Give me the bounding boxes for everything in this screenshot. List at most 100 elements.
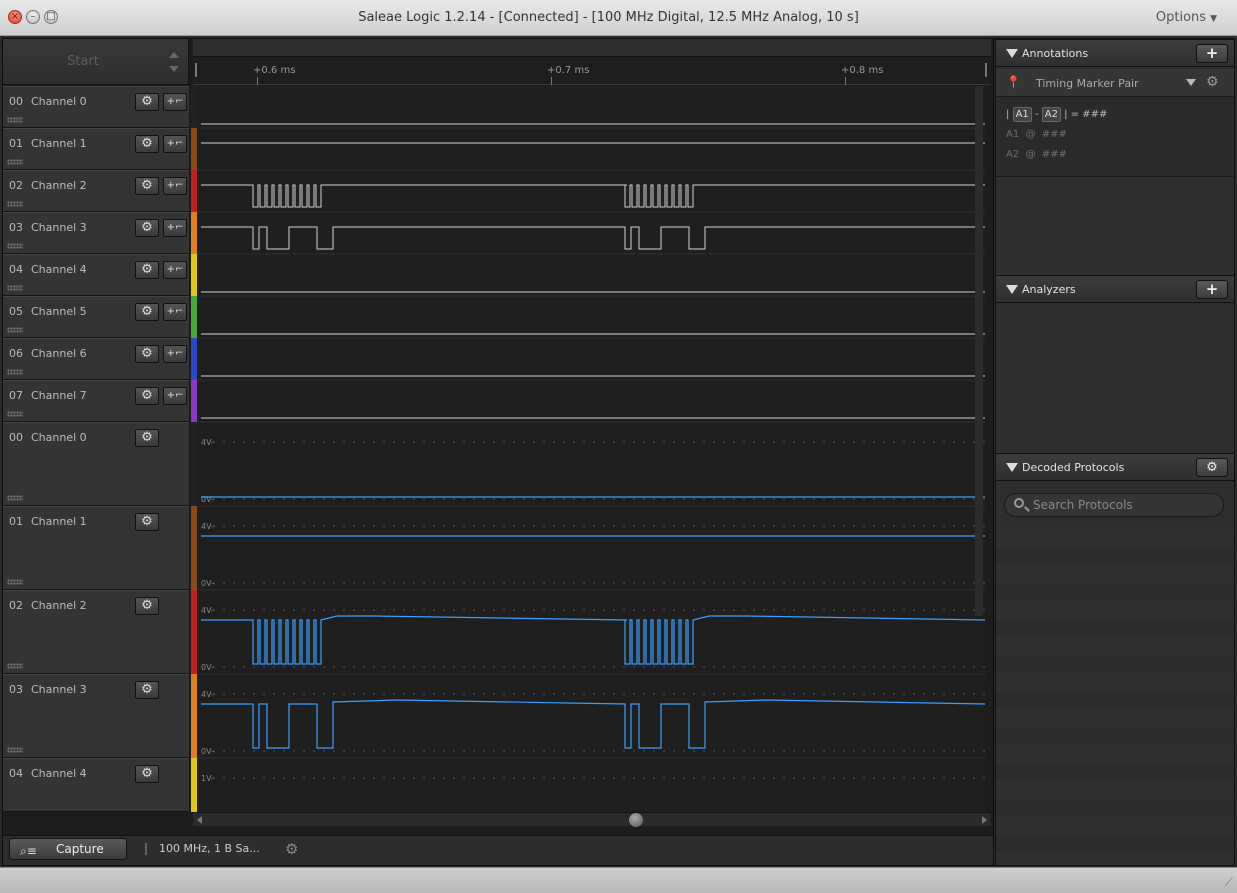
channel-row-analog-2[interactable]: 02 Channel 2 ⚙ <box>3 590 189 674</box>
collapse-triangle-icon[interactable] <box>1006 285 1018 294</box>
gear-icon[interactable]: ⚙ <box>285 838 298 860</box>
channel-name[interactable]: Channel 0 <box>31 95 87 108</box>
trigger-icon[interactable]: +⌐ <box>163 93 187 111</box>
scroll-left-icon[interactable] <box>197 816 202 824</box>
gear-icon[interactable]: ⚙ <box>1196 458 1228 477</box>
drag-grip-icon[interactable] <box>7 201 23 207</box>
channel-name[interactable]: Channel 2 <box>31 179 87 192</box>
time-ruler[interactable]: +0.6 ms +0.7 ms +0.8 ms <box>193 39 991 85</box>
trigger-icon[interactable]: +⌐ <box>163 135 187 153</box>
gear-icon[interactable]: ⚙ <box>135 387 159 405</box>
scroll-right-icon[interactable] <box>982 816 987 824</box>
gear-icon[interactable]: ⚙ <box>135 345 159 363</box>
drag-grip-icon[interactable] <box>7 411 23 417</box>
drag-grip-icon[interactable] <box>7 117 23 123</box>
channel-row-digital-5[interactable]: 05 Channel 5 ⚙ +⌐ <box>3 296 189 338</box>
drag-grip-icon[interactable] <box>7 159 23 165</box>
gear-icon[interactable]: ⚙ <box>1206 74 1219 90</box>
channel-number: 00 <box>9 431 23 444</box>
measurement-line: | A1 - A2 | = ### <box>1006 107 1108 122</box>
marker-type-select[interactable]: Timing Marker Pair <box>1036 77 1139 90</box>
channel-row-digital-7[interactable]: 07 Channel 7 ⚙ +⌐ <box>3 380 189 422</box>
gear-icon[interactable]: ⚙ <box>135 513 159 531</box>
channel-name[interactable]: Channel 3 <box>31 683 87 696</box>
trigger-icon[interactable]: +⌐ <box>163 261 187 279</box>
gear-icon[interactable]: ⚙ <box>135 597 159 615</box>
trigger-icon[interactable]: +⌐ <box>163 345 187 363</box>
drag-grip-icon[interactable] <box>7 495 23 501</box>
drag-grip-icon[interactable] <box>7 285 23 291</box>
horizontal-scrollbar[interactable] <box>193 812 991 827</box>
trigger-icon[interactable]: +⌐ <box>163 387 187 405</box>
resize-grip-icon[interactable]: ⟋ <box>1225 875 1233 890</box>
waveform-canvas[interactable]: 4V- 0V- 4V- 0V- 4V- 0V- 4V- 0V- 1V- <box>197 86 985 812</box>
arrow-down-icon[interactable] <box>169 66 179 72</box>
drag-grip-icon[interactable] <box>7 579 23 585</box>
gear-icon[interactable]: ⚙ <box>135 429 159 447</box>
search-protocols-input[interactable]: Search Protocols <box>1004 493 1224 517</box>
decoded-protocols-header[interactable]: Decoded Protocols ⚙ <box>996 453 1234 481</box>
drag-grip-icon[interactable] <box>7 747 23 753</box>
collapse-triangle-icon[interactable] <box>1006 463 1018 472</box>
drag-grip-icon[interactable] <box>7 369 23 375</box>
drag-grip-icon[interactable] <box>7 243 23 249</box>
add-analyzer-button[interactable]: + <box>1196 280 1228 299</box>
device-settings-summary[interactable]: 100 MHz, 1 B Sa... <box>159 838 260 860</box>
channel-row-digital-6[interactable]: 06 Channel 6 ⚙ +⌐ <box>3 338 189 380</box>
trigger-icon[interactable]: +⌐ <box>163 177 187 195</box>
decoded-protocols-list[interactable] <box>996 529 1234 865</box>
channel-name[interactable]: Channel 2 <box>31 599 87 612</box>
ruler-right-handle[interactable] <box>985 63 987 77</box>
gear-icon[interactable]: ⚙ <box>135 681 159 699</box>
channel-name[interactable]: Channel 4 <box>31 767 87 780</box>
channel-row-digital-3[interactable]: 03 Channel 3 ⚙ +⌐ <box>3 212 189 254</box>
marker-a1-button[interactable]: A1 <box>1012 107 1032 122</box>
channel-row-digital-4[interactable]: 04 Channel 4 ⚙ +⌐ <box>3 254 189 296</box>
channel-name[interactable]: Channel 5 <box>31 305 87 318</box>
drag-grip-icon[interactable] <box>7 663 23 669</box>
arrow-up-icon[interactable] <box>169 52 179 58</box>
gear-icon[interactable]: ⚙ <box>135 135 159 153</box>
channel-name[interactable]: Channel 7 <box>31 389 87 402</box>
channel-row-analog-4[interactable]: 04 Channel 4 ⚙ <box>3 758 189 812</box>
trigger-icon[interactable]: +⌐ <box>163 219 187 237</box>
marker-a2-button[interactable]: A2 <box>1041 107 1061 122</box>
gear-icon[interactable]: ⚙ <box>135 177 159 195</box>
gear-icon[interactable]: ⚙ <box>135 303 159 321</box>
start-button[interactable]: Start <box>3 39 163 85</box>
marker-a2-line: A2 @ ### <box>1006 149 1067 160</box>
channel-name[interactable]: Channel 1 <box>31 515 87 528</box>
voltage-label: 1V- <box>201 774 214 783</box>
trigger-icon[interactable]: +⌐ <box>163 303 187 321</box>
channel-row-digital-0[interactable]: 00 Channel 0 ⚙ +⌐ <box>3 86 189 128</box>
analyzers-header[interactable]: Analyzers + <box>996 275 1234 303</box>
channel-row-analog-3[interactable]: 03 Channel 3 ⚙ <box>3 674 189 758</box>
channel-name[interactable]: Channel 1 <box>31 137 87 150</box>
capture-tab[interactable]: ⌕≡ Capture <box>9 838 127 860</box>
gear-icon[interactable]: ⚙ <box>135 219 159 237</box>
channel-name[interactable]: Channel 0 <box>31 431 87 444</box>
annotations-header[interactable]: Annotations + <box>996 39 1234 67</box>
channel-row-digital-1[interactable]: 01 Channel 1 ⚙ +⌐ <box>3 128 189 170</box>
gear-icon[interactable]: ⚙ <box>135 765 159 783</box>
channel-row-digital-2[interactable]: 02 Channel 2 ⚙ +⌐ <box>3 170 189 212</box>
device-settings-tab[interactable]: 100 MHz, 1 B Sa... ⚙ <box>145 838 305 860</box>
channel-name[interactable]: Channel 6 <box>31 347 87 360</box>
timeline-overview-bar[interactable] <box>193 39 991 57</box>
drag-grip-icon[interactable] <box>7 327 23 333</box>
options-menu-button[interactable]: Options ▼ <box>1156 10 1217 25</box>
gear-icon[interactable]: ⚙ <box>135 261 159 279</box>
waveform-area[interactable]: 4V- 0V- 4V- 0V- 4V- 0V- 4V- 0V- 1V- <box>197 86 985 812</box>
channel-name[interactable]: Channel 3 <box>31 221 87 234</box>
channel-row-analog-1[interactable]: 01 Channel 1 ⚙ <box>3 506 189 590</box>
channel-row-analog-0[interactable]: 00 Channel 0 ⚙ <box>3 422 189 506</box>
gear-icon[interactable]: ⚙ <box>135 93 159 111</box>
add-annotation-button[interactable]: + <box>1196 44 1228 63</box>
channel-name[interactable]: Channel 4 <box>31 263 87 276</box>
collapse-triangle-icon[interactable] <box>1006 49 1018 58</box>
vertical-scrollbar[interactable] <box>975 86 983 616</box>
side-panel: Annotations + 📍 Timing Marker Pair ⚙ | A… <box>995 38 1235 866</box>
ruler-left-handle[interactable] <box>195 63 197 77</box>
scroll-thumb[interactable] <box>629 813 643 827</box>
chevron-down-icon[interactable] <box>1186 79 1196 86</box>
